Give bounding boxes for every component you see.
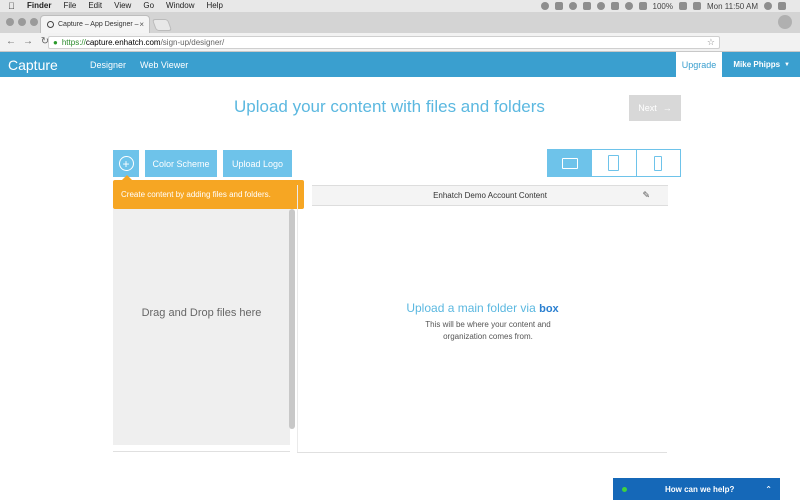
menu-help[interactable]: Help xyxy=(206,0,222,12)
arrow-right-icon: → xyxy=(662,103,672,113)
upload-title-text: Upload a main folder via xyxy=(406,301,536,315)
box-logo: box xyxy=(539,303,559,315)
plus-icon: + xyxy=(118,156,134,171)
designer-main: Upload your content with files and folde… xyxy=(0,77,800,500)
next-button[interactable]: Next → xyxy=(629,95,681,121)
maximize-window-button[interactable] xyxy=(30,18,38,26)
divider xyxy=(297,452,667,453)
device-preview-switcher xyxy=(547,149,681,177)
time-machine-icon[interactable] xyxy=(596,2,605,10)
apple-icon[interactable]:  xyxy=(8,0,17,12)
url-path: /sign-up/designer/ xyxy=(160,38,225,47)
bookmark-star-icon[interactable]: ☆ xyxy=(707,37,715,48)
os-menubar:  Finder File Edit View Go Window Help 1… xyxy=(0,0,800,12)
device-tablet-portrait-button[interactable] xyxy=(592,150,637,176)
pencil-edit-icon[interactable]: ✎ xyxy=(642,190,650,201)
app-logo[interactable]: Capture xyxy=(8,57,78,73)
divider xyxy=(113,451,290,452)
url-host: capture.enhatch.com xyxy=(85,38,161,47)
forward-arrow-icon[interactable]: → xyxy=(22,36,34,48)
tab-title: Capture – App Designer – xyxy=(58,21,139,28)
content-title: Enhatch Demo Account Content xyxy=(433,191,547,200)
battery-icon[interactable] xyxy=(679,2,687,10)
status-area: 100% Mon 11:50 AM xyxy=(540,0,786,12)
profile-avatar[interactable] xyxy=(778,15,792,29)
airplay-icon[interactable] xyxy=(582,2,591,10)
caret-down-icon: ▼ xyxy=(784,61,790,68)
tablet-portrait-icon xyxy=(608,155,620,171)
app-header: Capture Designer Web Viewer Upgrade Mike… xyxy=(0,52,800,77)
window-controls xyxy=(6,18,38,26)
upload-main-folder-link[interactable]: Upload a main folder via box xyxy=(298,301,667,315)
wifi-icon[interactable] xyxy=(624,2,633,10)
browser-tab[interactable]: Capture – App Designer – × xyxy=(40,15,150,33)
close-tab-icon[interactable]: × xyxy=(139,20,144,29)
add-content-tooltip: Create content by adding files and folde… xyxy=(113,175,304,209)
tablet-landscape-icon xyxy=(561,157,578,169)
browser-toolbar: ← → ↻ ● https:// capture.enhatch.com /si… xyxy=(0,33,800,79)
upload-description: This will be where your content and orga… xyxy=(425,320,551,341)
flag-icon[interactable] xyxy=(693,2,701,10)
upgrade-button[interactable]: Upgrade xyxy=(676,52,722,77)
phone-icon xyxy=(654,155,663,171)
menu-edit[interactable]: Edit xyxy=(88,0,102,12)
help-chat-label: How can we help? xyxy=(665,484,735,494)
address-bar[interactable]: ● https:// capture.enhatch.com /sign-up/… xyxy=(48,36,720,49)
dropzone-text: Drag and Drop files here xyxy=(141,307,262,319)
dropzone-scrollbar[interactable] xyxy=(289,209,295,429)
upload-logo-button[interactable]: Upload Logo xyxy=(223,150,292,177)
next-label: Next xyxy=(638,103,657,113)
file-dropzone[interactable]: Drag and Drop files here xyxy=(113,209,290,445)
favicon-icon xyxy=(47,21,54,28)
user-menu[interactable]: Mike Phipps ▼ xyxy=(733,52,790,77)
url-scheme: https:// xyxy=(61,38,86,47)
content-title-bar: Enhatch Demo Account Content ✎ xyxy=(312,185,668,206)
battery-percent: 100% xyxy=(652,1,673,11)
chevron-up-icon: ⌃ xyxy=(765,484,772,494)
nav-designer[interactable]: Designer xyxy=(90,60,126,70)
browser-tabstrip: Capture – App Designer – × xyxy=(0,12,800,33)
online-status-dot xyxy=(622,486,627,492)
clock[interactable]: Mon 11:50 AM xyxy=(707,2,758,11)
back-arrow-icon[interactable]: ← xyxy=(5,36,17,48)
notification-center-icon[interactable] xyxy=(778,2,786,10)
color-scheme-button[interactable]: Color Scheme xyxy=(145,150,217,177)
dropbox-icon[interactable] xyxy=(554,2,563,10)
status-icon[interactable] xyxy=(568,2,577,10)
add-content-button[interactable]: + xyxy=(113,150,139,177)
menu-go[interactable]: Go xyxy=(143,0,154,12)
device-phone-button[interactable] xyxy=(637,150,680,176)
bluetooth-icon[interactable] xyxy=(610,2,619,10)
user-name: Mike Phipps xyxy=(733,60,781,69)
menu-finder[interactable]: Finder xyxy=(27,0,51,12)
status-icon[interactable] xyxy=(540,2,549,10)
help-chat-widget[interactable]: How can we help? ⌃ xyxy=(613,478,780,500)
close-window-button[interactable] xyxy=(6,18,14,26)
new-tab-button[interactable] xyxy=(151,19,173,31)
lock-icon: ● xyxy=(53,38,58,47)
spotlight-icon[interactable] xyxy=(764,2,772,10)
menu-file[interactable]: File xyxy=(63,0,76,12)
minimize-window-button[interactable] xyxy=(18,18,26,26)
menu-window[interactable]: Window xyxy=(166,0,194,12)
menu-view[interactable]: View xyxy=(114,0,131,12)
volume-icon[interactable] xyxy=(638,2,647,10)
device-tablet-landscape-button[interactable] xyxy=(548,150,593,176)
content-preview-panel: Enhatch Demo Account Content ✎ Upload a … xyxy=(297,185,668,453)
nav-web-viewer[interactable]: Web Viewer xyxy=(140,60,188,70)
page-title: Upload your content with files and folde… xyxy=(234,97,545,116)
